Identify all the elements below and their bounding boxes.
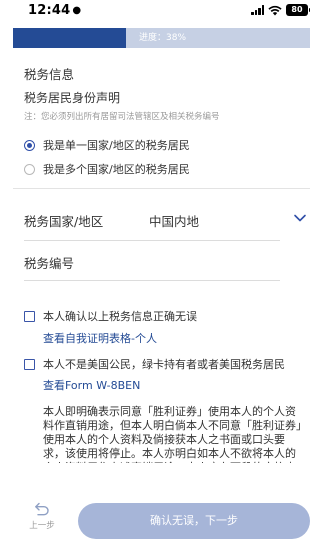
country-label: 税务国家/地区 <box>24 214 104 229</box>
radio-label: 我是单一国家/地区的税务居民 <box>43 139 190 152</box>
radio-checked-icon[interactable] <box>24 139 35 151</box>
tax-number-underline <box>24 280 280 281</box>
form-w8ben-link[interactable]: 查看Form W-8BEN <box>43 377 140 393</box>
radio-multiple-residency[interactable]: 我是多个国家/地区的税务居民 <box>24 161 190 177</box>
back-button[interactable]: 上一步 <box>24 502 60 538</box>
back-label: 上一步 <box>29 521 55 531</box>
cellular-signal-icon <box>251 5 264 15</box>
declaration-note: 注：您必须列出所有居留司法管辖区及相关税务编号 <box>24 112 220 122</box>
status-time-text: 12:44 <box>28 3 71 18</box>
country-field-underline <box>24 240 280 241</box>
status-indicators: 80 <box>251 4 310 16</box>
confirm-tax-info-checkbox-row[interactable]: 本人确认以上税务信息正确无误 <box>24 309 197 325</box>
radio-label: 我是多个国家/地区的税务居民 <box>43 163 190 176</box>
checkbox[interactable] <box>24 311 35 322</box>
self-certification-link[interactable]: 查看自我证明表格-个人 <box>43 330 157 346</box>
section-title: 税务信息 <box>24 67 75 82</box>
person-icon: ● <box>72 5 82 16</box>
wifi-icon <box>268 5 282 15</box>
progress-label: 进度：38% <box>139 33 187 43</box>
declaration-title: 税务居民身份声明 <box>24 91 121 105</box>
confirm-tax-info-text: 本人确认以上税务信息正确无误 <box>43 310 197 323</box>
not-us-person-text: 本人不是美国公民，绿卡持有者或者美国税务居民 <box>43 358 285 371</box>
checkbox[interactable] <box>24 359 35 370</box>
status-time: 12:44 ● <box>28 3 81 18</box>
tax-number-field[interactable]: 税务编号 <box>24 253 74 272</box>
progress-bar: 进度：38% <box>13 28 310 48</box>
country-select-value[interactable]: 中国内地 <box>149 211 199 230</box>
status-bar: 12:44 ● 80 <box>0 0 322 24</box>
next-step-button[interactable]: 确认无误，下一步 <box>78 503 310 539</box>
chevron-down-icon[interactable] <box>293 213 307 223</box>
back-arrow-icon <box>35 502 49 516</box>
section-divider <box>13 188 310 189</box>
direct-marketing-consent-text: 本人即明确表示同意「胜利证券」使用本人的个人资料作直销用途，但本人明白倘本人不同… <box>43 405 302 463</box>
radio-unchecked-icon[interactable] <box>24 163 35 175</box>
progress-fill <box>13 28 126 48</box>
radio-single-residency[interactable]: 我是单一国家/地区的税务居民 <box>24 137 190 153</box>
not-us-person-checkbox-row[interactable]: 本人不是美国公民，绿卡持有者或者美国税务居民 <box>24 357 285 373</box>
battery-indicator: 80 <box>286 4 310 16</box>
